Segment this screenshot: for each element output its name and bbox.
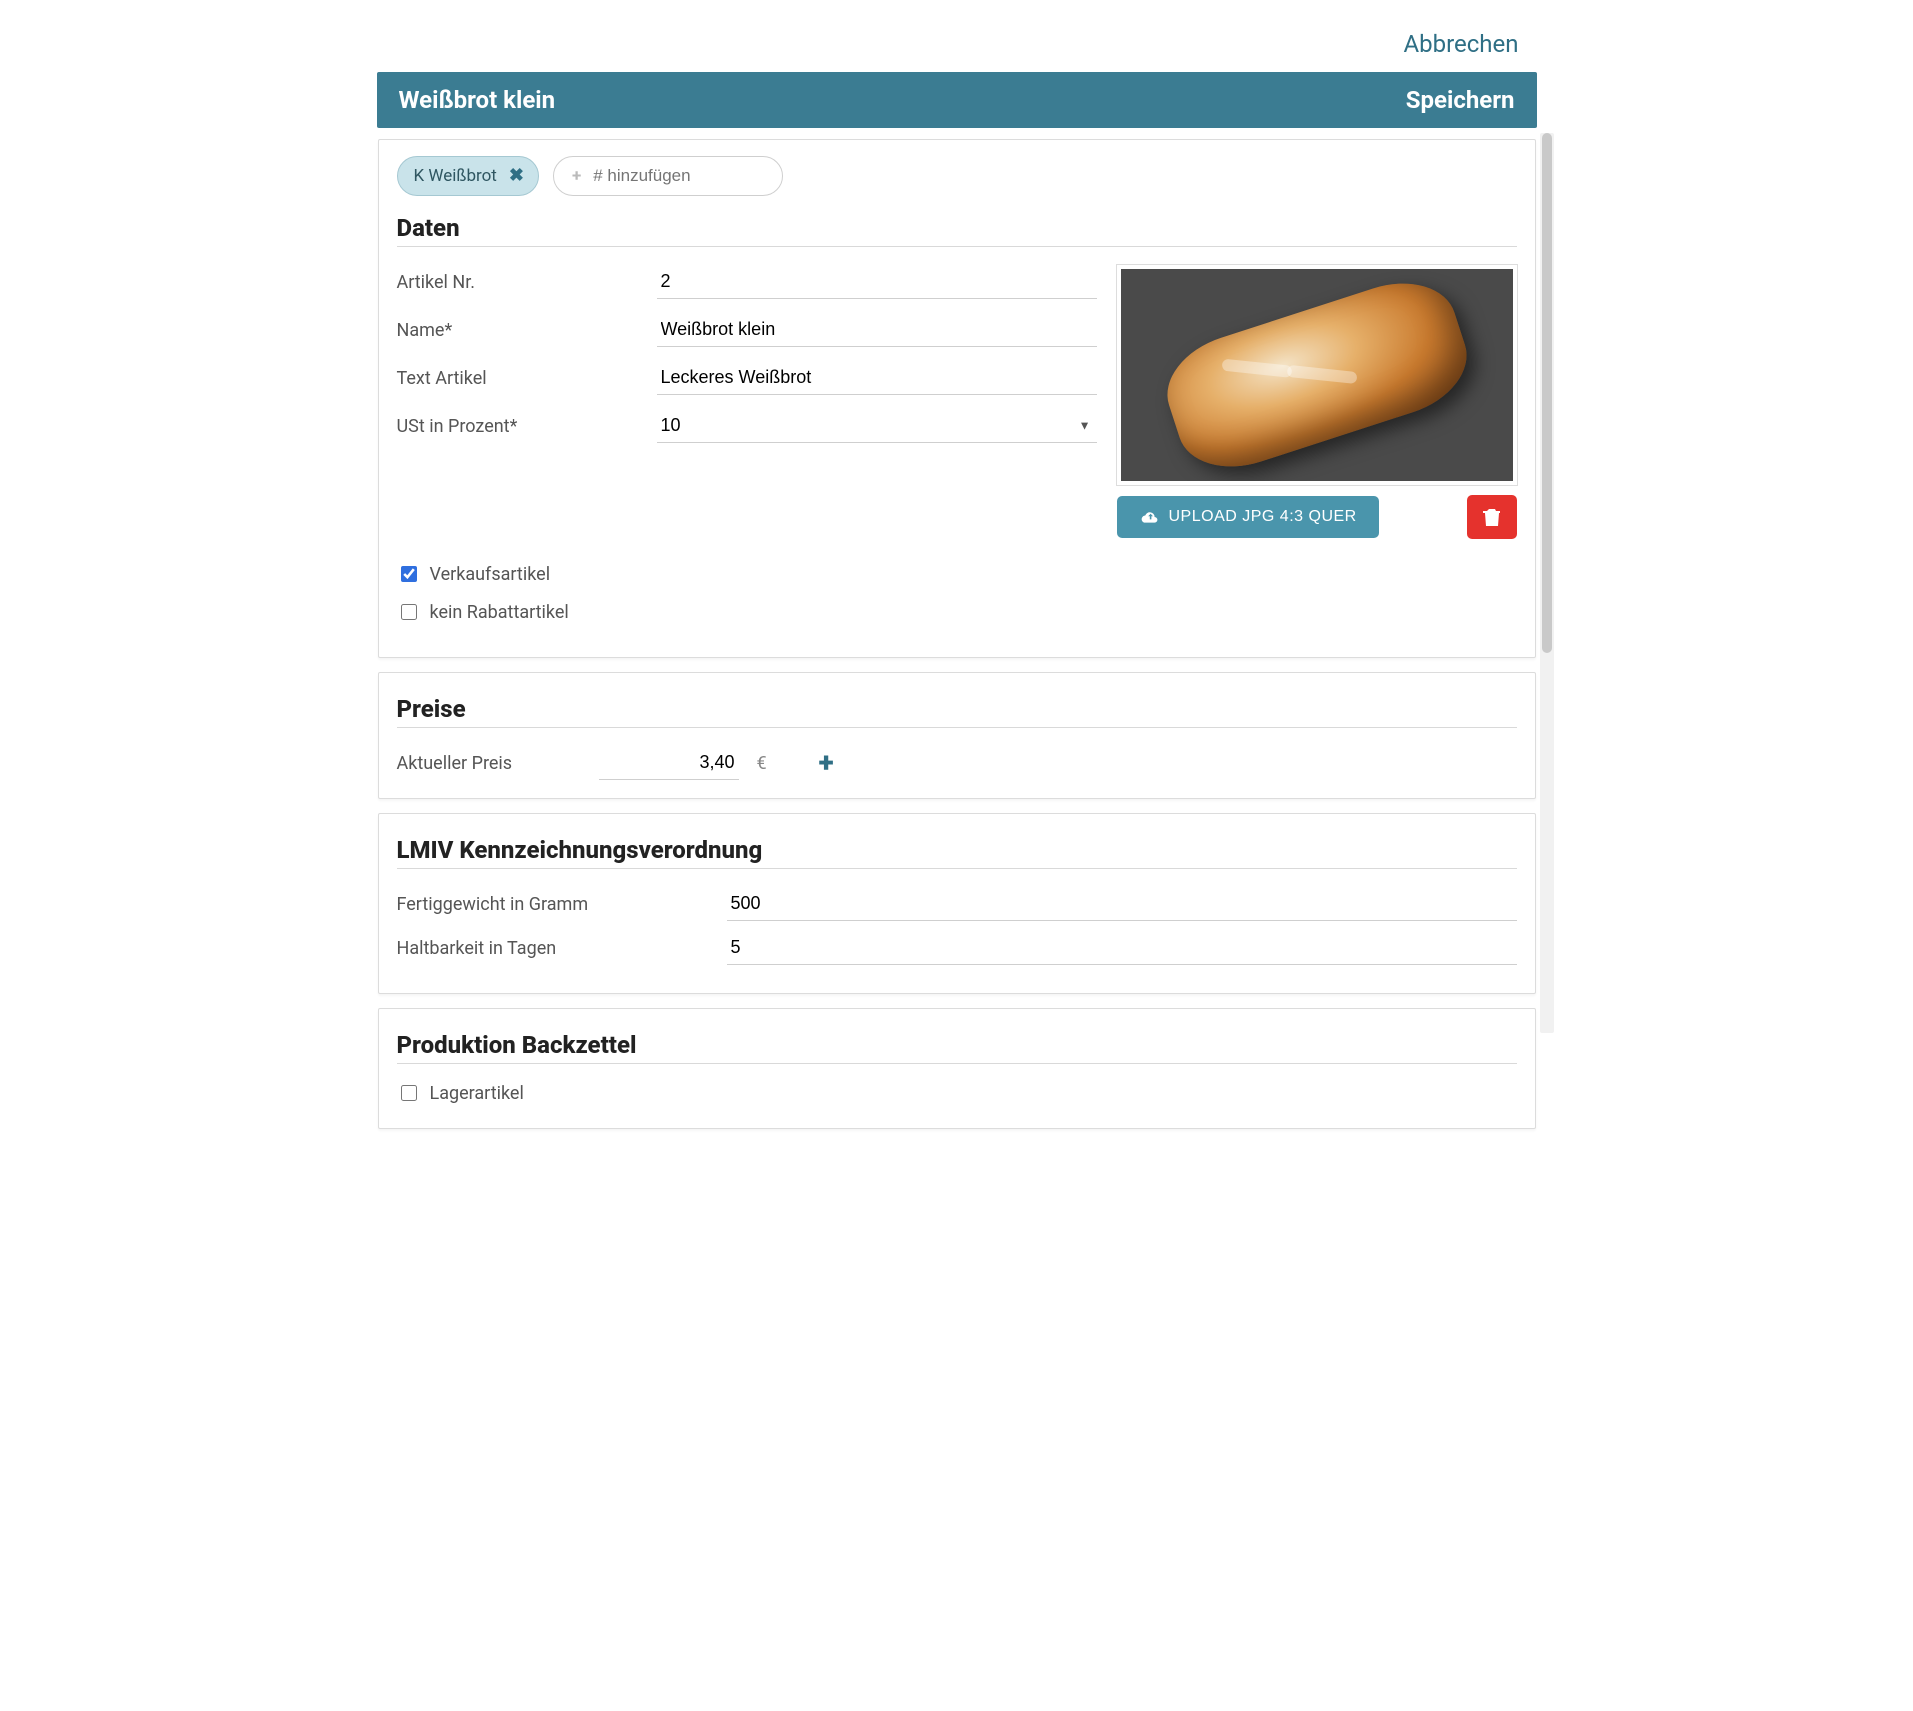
kein-rabatt-checkbox[interactable] xyxy=(401,604,417,620)
add-tag-input[interactable] xyxy=(591,165,751,187)
product-image xyxy=(1117,265,1517,485)
add-tag-field[interactable]: + xyxy=(553,156,783,196)
section-rule xyxy=(397,727,1517,728)
lmiv-card: LMIV Kennzeichnungsverordnung Fertiggewi… xyxy=(378,813,1536,994)
tag-chip[interactable]: K Weißbrot ✖ xyxy=(397,156,539,196)
fertiggewicht-input[interactable] xyxy=(727,887,1517,921)
section-rule xyxy=(397,1063,1517,1064)
section-title-lmiv: LMIV Kennzeichnungsverordnung xyxy=(397,836,1517,864)
section-title-preise: Preise xyxy=(397,695,1517,723)
name-input[interactable] xyxy=(657,313,1097,347)
verkaufsartikel-checkbox[interactable] xyxy=(401,566,417,582)
section-rule xyxy=(397,246,1517,247)
bread-image xyxy=(1154,267,1479,483)
add-price-button[interactable]: + xyxy=(819,749,834,777)
tag-remove-icon[interactable]: ✖ xyxy=(509,167,524,185)
cancel-button[interactable]: Abbrechen xyxy=(1403,30,1518,58)
upload-button[interactable]: UPLOAD JPG 4:3 QUER xyxy=(1117,496,1379,538)
label-ust: USt in Prozent* xyxy=(397,416,657,437)
preise-card: Preise Aktueller Preis € + xyxy=(378,672,1536,799)
tags-row: K Weißbrot ✖ + xyxy=(397,156,1517,196)
scrollbar-thumb[interactable] xyxy=(1542,133,1552,653)
preis-input[interactable] xyxy=(599,746,739,780)
text-artikel-input[interactable] xyxy=(657,361,1097,395)
cloud-upload-icon xyxy=(1139,509,1159,525)
header-bar: Weißbrot klein Speichern xyxy=(377,72,1537,128)
label-fertiggewicht: Fertiggewicht in Gramm xyxy=(397,894,727,915)
label-artikel-nr: Artikel Nr. xyxy=(397,272,657,293)
label-text-artikel: Text Artikel xyxy=(397,368,657,389)
trash-icon xyxy=(1483,507,1501,527)
scrollbar[interactable] xyxy=(1540,133,1554,1033)
daten-card: K Weißbrot ✖ + Daten Artikel Nr. xyxy=(378,139,1536,658)
haltbarkeit-input[interactable] xyxy=(727,931,1517,965)
save-button[interactable]: Speichern xyxy=(1406,86,1515,114)
upload-label: UPLOAD JPG 4:3 QUER xyxy=(1169,508,1357,526)
section-title-produktion: Produktion Backzettel xyxy=(397,1031,1517,1059)
plus-icon: + xyxy=(572,166,581,186)
currency-label: € xyxy=(757,753,767,774)
lagerartikel-checkbox[interactable] xyxy=(401,1085,417,1101)
produktion-card: Produktion Backzettel Lagerartikel xyxy=(378,1008,1536,1129)
ust-select[interactable] xyxy=(657,409,1097,443)
label-name: Name* xyxy=(397,320,657,341)
label-aktueller-preis: Aktueller Preis xyxy=(397,753,587,774)
lagerartikel-label: Lagerartikel xyxy=(430,1083,524,1104)
top-actions: Abbrechen xyxy=(377,20,1537,72)
tag-label: K Weißbrot xyxy=(414,166,497,186)
label-haltbarkeit: Haltbarkeit in Tagen xyxy=(397,938,727,959)
kein-rabatt-label: kein Rabattartikel xyxy=(430,602,569,623)
page-title: Weißbrot klein xyxy=(399,86,556,114)
delete-image-button[interactable] xyxy=(1467,495,1517,539)
artikel-nr-input[interactable] xyxy=(657,265,1097,299)
verkaufsartikel-label: Verkaufsartikel xyxy=(430,564,551,585)
section-title-daten: Daten xyxy=(397,214,1517,242)
section-rule xyxy=(397,868,1517,869)
